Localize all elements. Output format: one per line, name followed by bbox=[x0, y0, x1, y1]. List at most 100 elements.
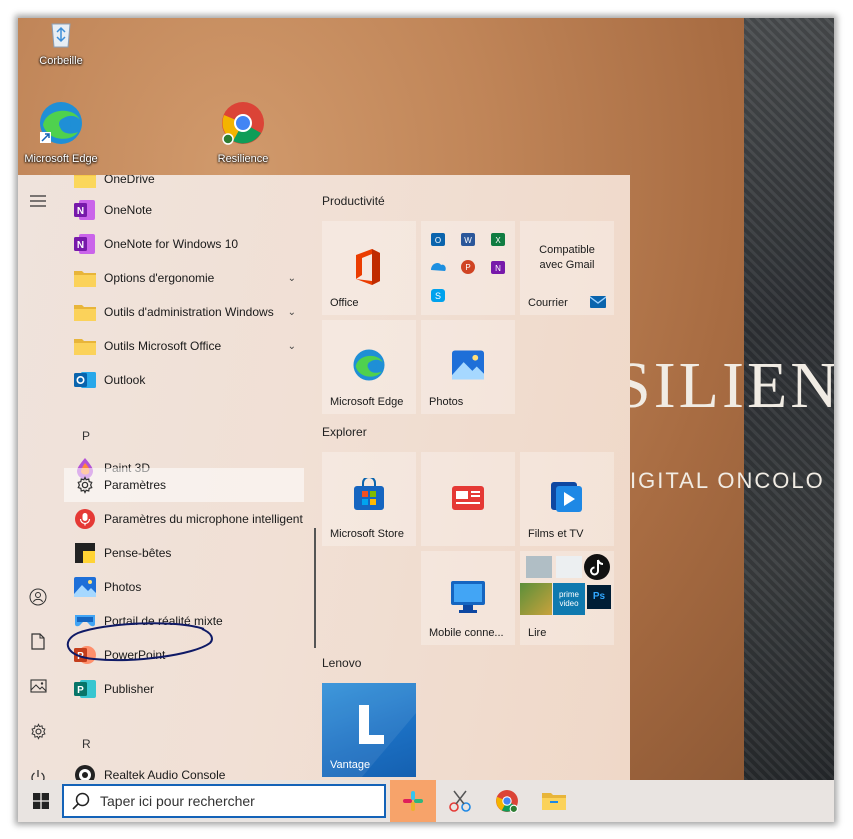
app-folder-ergonomie[interactable]: Options d'ergonomie ⌄ bbox=[74, 263, 304, 293]
taskbar-file-explorer[interactable] bbox=[531, 780, 577, 822]
tile-courrier[interactable]: Compatible avec Gmail Courrier bbox=[520, 221, 614, 315]
svg-text:N: N bbox=[495, 264, 501, 273]
app-list-scrollbar[interactable] bbox=[314, 528, 316, 648]
group-title-explorer[interactable]: Explorer bbox=[322, 425, 367, 439]
app-realtek[interactable]: Realtek Audio Console bbox=[74, 760, 304, 780]
game-tile-thumb bbox=[520, 583, 552, 615]
start-menu: OneDrive N OneNote N OneNote for Windows… bbox=[18, 175, 630, 785]
hamburger-menu-button[interactable] bbox=[18, 183, 58, 219]
app-label: Pense-bêtes bbox=[104, 546, 172, 560]
app-onenote-windows10[interactable]: N OneNote for Windows 10 bbox=[74, 229, 304, 259]
edge-icon bbox=[40, 102, 82, 144]
taskbar-snipping-tool[interactable] bbox=[437, 780, 483, 822]
gear-icon bbox=[30, 722, 46, 740]
edge-icon bbox=[353, 349, 385, 381]
app-tile-thumb bbox=[556, 556, 582, 578]
cloud-tile-thumb bbox=[526, 556, 552, 578]
tile-microsoft-edge[interactable]: Microsoft Edge bbox=[322, 320, 416, 414]
prime-label: video bbox=[559, 599, 579, 608]
slack-icon bbox=[403, 791, 423, 811]
svg-text:P: P bbox=[465, 263, 470, 272]
search-input[interactable] bbox=[100, 793, 380, 809]
svg-text:S: S bbox=[435, 291, 441, 301]
tile-news[interactable] bbox=[421, 452, 515, 546]
prime-video-icon: prime video bbox=[553, 583, 585, 615]
tile-office[interactable]: Office bbox=[322, 221, 416, 315]
user-account-button[interactable] bbox=[18, 579, 58, 615]
app-onenote[interactable]: N OneNote bbox=[74, 195, 304, 225]
svg-text:X: X bbox=[495, 236, 501, 245]
pictures-icon bbox=[29, 679, 47, 693]
windows-logo-icon bbox=[33, 793, 49, 809]
chevron-down-icon: ⌄ bbox=[287, 340, 296, 352]
phone-link-icon bbox=[451, 581, 485, 613]
tile-label: Lire bbox=[528, 627, 547, 639]
app-label: Realtek Audio Console bbox=[104, 768, 226, 780]
app-outlook[interactable]: Outlook bbox=[74, 365, 304, 395]
app-label: Photos bbox=[104, 580, 142, 594]
folder-icon bbox=[74, 301, 96, 323]
films-tv-icon bbox=[551, 482, 582, 512]
user-icon bbox=[29, 588, 47, 606]
outlook-icon bbox=[74, 369, 96, 391]
app-publisher[interactable]: P Publisher bbox=[74, 674, 304, 704]
taskbar-chrome[interactable] bbox=[484, 780, 530, 822]
app-microphone-settings[interactable]: Paramètres du microphone intelligent bbox=[74, 504, 304, 534]
start-button[interactable] bbox=[18, 780, 64, 822]
app-label: Outils d'administration Windows bbox=[104, 305, 274, 319]
app-label: Outils Microsoft Office bbox=[104, 339, 222, 353]
start-menu-rail bbox=[18, 175, 58, 785]
tile-photos[interactable]: Photos bbox=[421, 320, 515, 414]
desktop-icon-recycle-bin[interactable]: Corbeille bbox=[18, 20, 106, 67]
prime-label: prime bbox=[558, 590, 579, 599]
tile-label: Films et TV bbox=[528, 528, 584, 540]
letter-header-r[interactable]: R bbox=[82, 737, 91, 751]
documents-button[interactable] bbox=[18, 623, 58, 659]
tile-vantage[interactable]: Vantage bbox=[322, 683, 416, 777]
tile-gmail-line2: avec Gmail bbox=[539, 259, 595, 271]
group-title-productivite[interactable]: Productivité bbox=[322, 194, 385, 208]
svg-text:W: W bbox=[464, 236, 472, 245]
tile-lire-folder[interactable]: prime video Ps Lire bbox=[520, 551, 614, 645]
app-folder-admin-tools[interactable]: Outils d'administration Windows ⌄ bbox=[74, 297, 304, 327]
app-mixed-reality[interactable]: Portail de réalité mixte bbox=[74, 606, 304, 636]
tile-microsoft-store[interactable]: Microsoft Store bbox=[322, 452, 416, 546]
tile-mobile-connect[interactable]: Mobile conne... bbox=[421, 551, 515, 645]
app-label: Portail de réalité mixte bbox=[104, 614, 223, 628]
app-powerpoint[interactable]: P PowerPoint bbox=[74, 640, 304, 670]
desktop-icon-resilience[interactable]: Resilience bbox=[198, 100, 288, 165]
tile-label: Microsoft Store bbox=[330, 528, 404, 540]
app-onedrive[interactable]: OneDrive bbox=[74, 175, 304, 194]
scissors-icon bbox=[449, 790, 471, 812]
tile-films-tv[interactable]: Films et TV bbox=[520, 452, 614, 546]
news-icon bbox=[452, 486, 484, 510]
taskbar-search-box[interactable] bbox=[62, 784, 386, 818]
gear-icon bbox=[74, 474, 96, 496]
app-label: OneNote for Windows 10 bbox=[104, 237, 239, 251]
app-label: Paramètres bbox=[104, 478, 167, 492]
chevron-down-icon: ⌄ bbox=[287, 306, 296, 318]
realtek-audio-icon bbox=[74, 764, 96, 780]
photos-icon bbox=[452, 350, 484, 380]
folder-icon bbox=[74, 335, 96, 357]
taskbar bbox=[18, 780, 834, 822]
app-parametres[interactable]: Paramètres bbox=[74, 470, 304, 500]
tile-label: Courrier bbox=[528, 297, 568, 309]
sticky-notes-icon bbox=[74, 542, 96, 564]
wallpaper-brand-text: SILIEN bbox=[614, 349, 834, 422]
taskbar-slack[interactable] bbox=[390, 780, 436, 822]
photoshop-icon: Ps bbox=[587, 585, 611, 609]
desktop-icon-label: Resilience bbox=[217, 153, 269, 165]
tile-label: Photos bbox=[429, 396, 464, 408]
app-folder-office-tools[interactable]: Outils Microsoft Office ⌄ bbox=[74, 331, 304, 361]
desktop-icon-edge[interactable]: Microsoft Edge bbox=[18, 100, 106, 165]
app-pense-betes[interactable]: Pense-bêtes bbox=[74, 538, 304, 568]
pictures-button[interactable] bbox=[18, 668, 58, 704]
letter-header-p[interactable]: P bbox=[82, 429, 90, 443]
app-photos[interactable]: Photos bbox=[74, 572, 304, 602]
settings-button[interactable] bbox=[18, 713, 58, 749]
tile-gmail-text: Compatible avec Gmail bbox=[520, 243, 614, 273]
group-title-lenovo[interactable]: Lenovo bbox=[322, 656, 361, 670]
tile-office-apps-folder[interactable]: O W X P N S bbox=[421, 221, 515, 315]
app-label: OneNote bbox=[104, 203, 153, 217]
